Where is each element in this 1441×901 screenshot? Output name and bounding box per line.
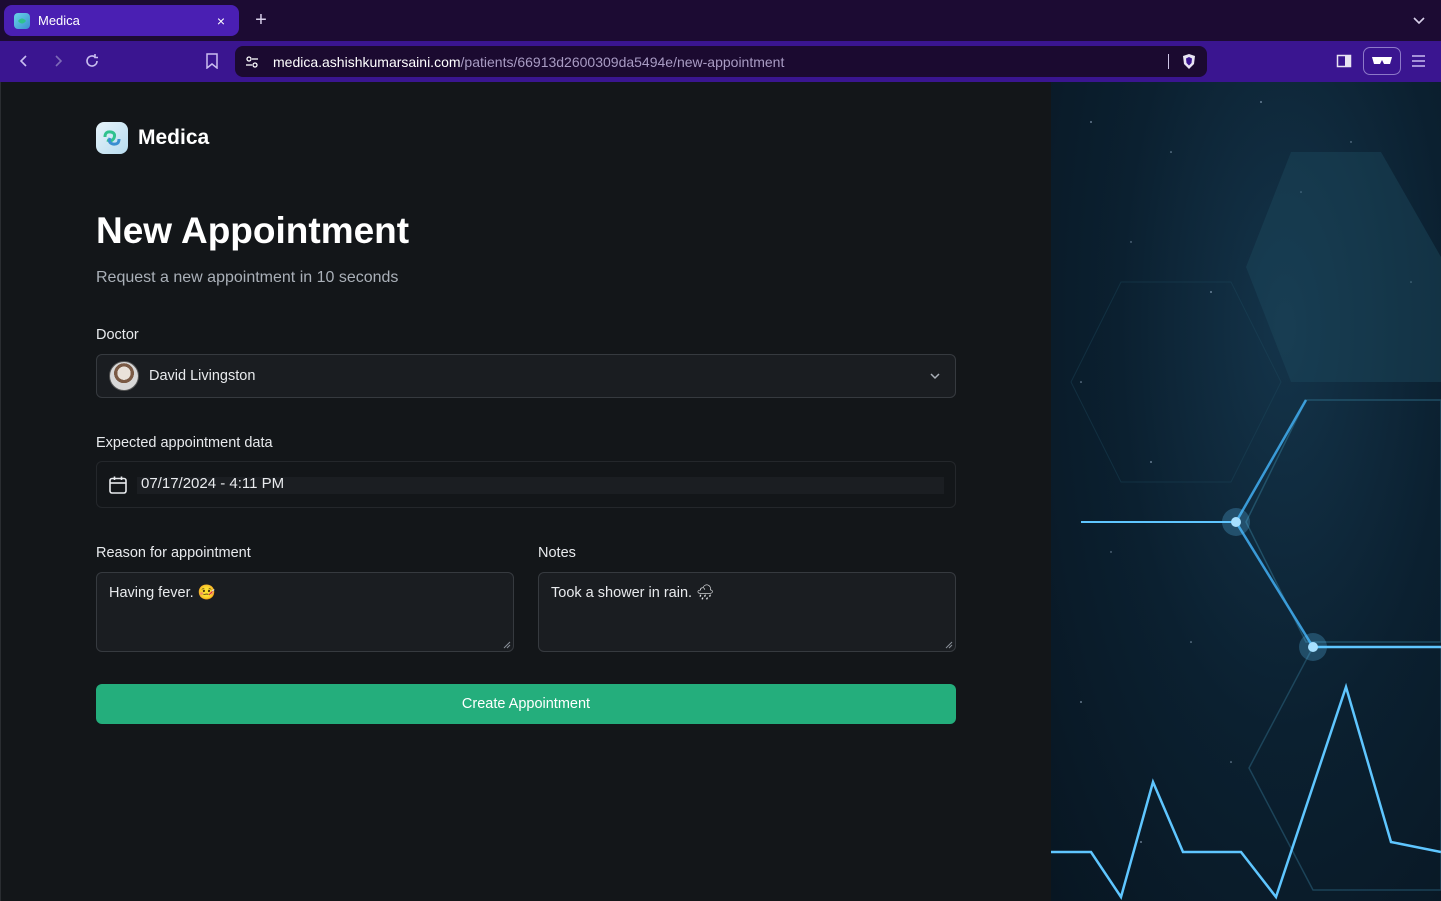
chevron-down-icon [930, 373, 940, 380]
calendar-icon [109, 476, 127, 494]
hexagon-background-image [1051, 82, 1441, 901]
page-subtitle: Request a new appointment in 10 seconds [96, 269, 399, 286]
notes-textarea[interactable]: Took a shower in rain. 🌧 [538, 572, 956, 652]
url-path: /patients/66913d2600309da5494e/new-appoi… [460, 53, 785, 70]
close-tab-icon[interactable]: × [213, 13, 229, 29]
url-host: medica.ashishkumarsaini.com [273, 53, 461, 70]
date-label: Expected appointment data [96, 435, 273, 451]
resize-handle-icon[interactable] [503, 641, 511, 649]
page-left-edge [0, 82, 1, 901]
date-input-value[interactable]: 07/17/2024 - 4:11 PM [141, 475, 284, 492]
back-button[interactable] [14, 51, 34, 71]
browser-toolbar: medica.ashishkumarsaini.com/patients/669… [0, 41, 1441, 82]
brave-shield-icon[interactable] [1181, 53, 1197, 70]
tab-list-chevron-icon[interactable] [1411, 12, 1427, 28]
address-bar[interactable]: medica.ashishkumarsaini.com/patients/669… [235, 46, 1207, 77]
doctor-select-value: David Livingston [149, 368, 256, 384]
medica-favicon-icon [14, 12, 30, 29]
forward-button[interactable] [48, 51, 68, 71]
browser-tab-active[interactable]: Medica × [4, 5, 239, 36]
bookmark-icon [206, 53, 218, 69]
brand-logo: Medica [96, 122, 209, 154]
brand-name: Medica [138, 126, 210, 149]
notes-label: Notes [538, 545, 576, 561]
browser-tab-bar: Medica × + [0, 0, 1441, 41]
reason-textarea[interactable]: Having fever. 🤒 [96, 572, 514, 652]
reason-label: Reason for appointment [96, 545, 251, 561]
tab-title: Medica [38, 13, 80, 28]
medica-logo-icon [96, 122, 128, 154]
create-appointment-button[interactable]: Create Appointment [96, 684, 956, 724]
url-divider [1168, 54, 1169, 69]
page-content: Medica New Appointment Request a new app… [0, 82, 1441, 901]
doctor-avatar [109, 361, 139, 391]
new-tab-button[interactable]: + [251, 9, 271, 31]
back-arrow-icon [19, 55, 27, 67]
reader-mode-button[interactable] [1363, 47, 1401, 75]
reload-icon [86, 54, 98, 67]
doctor-label: Doctor [96, 327, 139, 343]
menu-icon[interactable] [1411, 54, 1426, 68]
sidebar-icon[interactable] [1336, 53, 1352, 69]
reload-button[interactable] [82, 51, 102, 71]
bookmark-button[interactable] [202, 51, 222, 71]
notes-text: Took a shower in rain. 🌧 [551, 585, 715, 601]
page-title: New Appointment [96, 210, 410, 251]
doctor-select[interactable]: David Livingston [96, 354, 956, 398]
resize-handle-icon[interactable] [945, 641, 953, 649]
site-settings-icon[interactable] [245, 55, 259, 69]
appointment-date-picker[interactable]: 07/17/2024 - 4:11 PM [96, 461, 956, 508]
forward-arrow-icon [55, 55, 63, 67]
reason-text: Having fever. 🤒 [109, 585, 216, 601]
reader-mode-icon [1372, 57, 1392, 64]
hexagon-pulse-illustration [1051, 101, 1441, 900]
